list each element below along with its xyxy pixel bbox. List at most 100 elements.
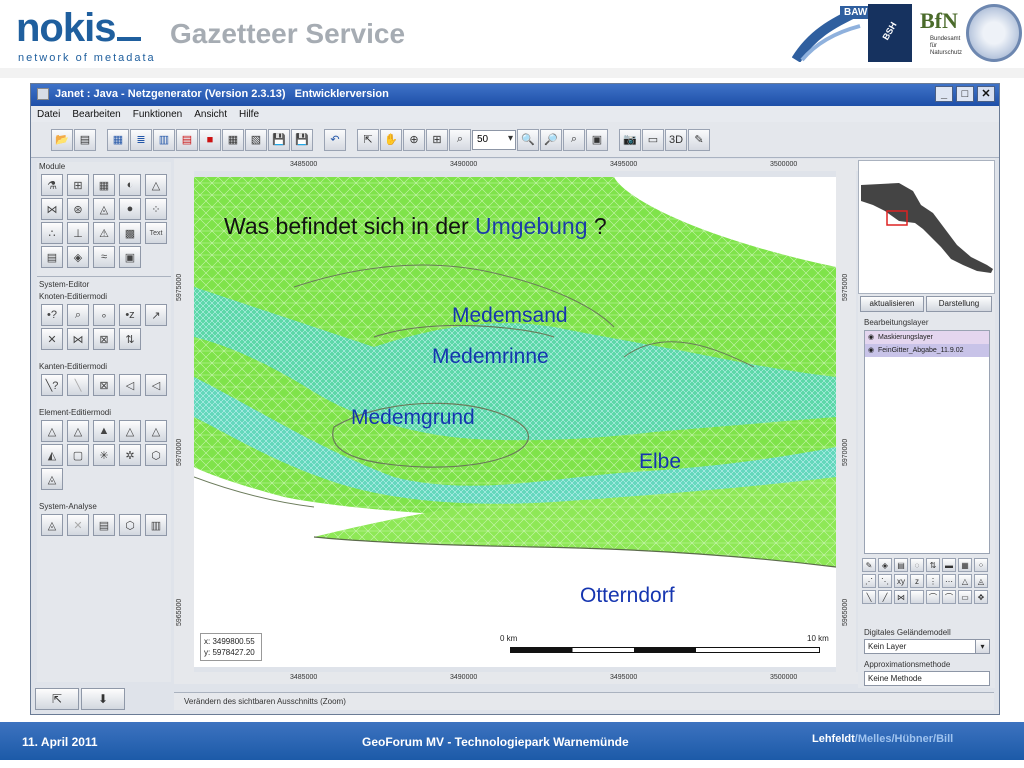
edge-flip-icon[interactable]: ◁	[119, 374, 141, 396]
module-filter-icon[interactable]: ⚗	[41, 174, 63, 196]
open-folder-icon[interactable]: 📂	[51, 128, 73, 151]
point-tool-icon[interactable]: ⋰	[862, 574, 876, 588]
element-quad-icon[interactable]: ▢	[67, 444, 89, 466]
module-map-icon[interactable]: ◈	[67, 246, 89, 268]
element-refine-icon[interactable]: △	[67, 420, 89, 442]
overview-map[interactable]	[858, 160, 995, 294]
disk-export-icon[interactable]: 💾	[291, 128, 313, 151]
element-query-icon[interactable]: ◬	[41, 468, 63, 490]
point-tool4-icon[interactable]: ⋯	[942, 574, 956, 588]
analyse-quality-icon[interactable]: ⬡	[119, 514, 141, 536]
zoom-fit-icon[interactable]: ⊕	[403, 128, 425, 151]
minimize-button[interactable]: _	[935, 86, 953, 102]
module-nodes-icon[interactable]: ⊞	[67, 174, 89, 196]
analyse-mesh-icon[interactable]: ◬	[41, 514, 63, 536]
layer-tool-3-icon[interactable]: ▥	[153, 128, 175, 151]
move-tool-icon[interactable]: ✥	[974, 590, 988, 604]
layer-dots-icon[interactable]: ⁘	[974, 558, 988, 572]
analyse-stats-icon[interactable]: ▥	[145, 514, 167, 536]
layer-updown-icon[interactable]: ⇅	[926, 558, 940, 572]
refresh-view-icon[interactable]: ▣	[586, 128, 608, 151]
line-tool-icon[interactable]: ╲	[862, 590, 876, 604]
curve-tool-icon[interactable]: ⌒	[926, 590, 940, 604]
element-cross-icon[interactable]: ✲	[119, 444, 141, 466]
module-chart-icon[interactable]: ▤	[41, 246, 63, 268]
module-graph-icon[interactable]: ⋈	[41, 198, 63, 220]
layer-tool-2-icon[interactable]: ≣	[130, 128, 152, 151]
triangle-tool-icon[interactable]: △	[958, 574, 972, 588]
module-text-button[interactable]: Text	[145, 222, 167, 244]
module-terrain-icon[interactable]: ◐	[119, 174, 141, 196]
layer-tool-4-icon[interactable]: ▤	[176, 128, 198, 151]
point-tool3-icon[interactable]: ⋮	[926, 574, 940, 588]
3d-view-icon[interactable]: 3D	[665, 128, 687, 151]
eye-icon[interactable]: ◉	[868, 344, 878, 357]
picture-icon[interactable]: ▭	[642, 128, 664, 151]
triangle-tool2-icon[interactable]: ◬	[974, 574, 988, 588]
layer-row[interactable]: ◉ FeinGitter_Abgabe_11.9.02	[865, 344, 989, 357]
layer-grid-icon[interactable]: ▦	[958, 558, 972, 572]
layer-tool-5-icon[interactable]: ■	[199, 128, 221, 151]
zoom-level-select[interactable]: 50	[472, 129, 516, 150]
zoom-in-icon[interactable]: 🔍	[517, 128, 539, 151]
window-titlebar[interactable]: Janet : Java - Netzgenerator (Version 2.…	[31, 84, 999, 106]
node-merge-icon[interactable]: ⋈	[67, 328, 89, 350]
edge-box-icon[interactable]: ⊠	[93, 374, 115, 396]
menu-funktionen[interactable]: Funktionen	[133, 109, 182, 120]
display-button[interactable]: Darstellung	[926, 296, 992, 312]
eye-icon[interactable]: ◉	[868, 331, 878, 344]
module-raster-icon[interactable]: ▩	[119, 222, 141, 244]
maximize-button[interactable]: □	[956, 86, 974, 102]
layer-save-icon[interactable]: ▬	[942, 558, 956, 572]
module-mesh-icon[interactable]: ◬	[93, 198, 115, 220]
z-tool-icon[interactable]: z	[910, 574, 924, 588]
module-grid-icon[interactable]: ▦	[93, 174, 115, 196]
layer-props-icon[interactable]: ▤	[894, 558, 908, 572]
menu-ansicht[interactable]: Ansicht	[194, 109, 227, 120]
refresh-button[interactable]: aktualisieren	[860, 296, 924, 312]
element-poly-icon[interactable]: ⬡	[145, 444, 167, 466]
module-globe-icon[interactable]: ⊛	[67, 198, 89, 220]
save-file-icon[interactable]: ▤	[74, 128, 96, 151]
layer-row[interactable]: ◉ Maskierungslayer	[865, 331, 989, 344]
zoom-window-icon[interactable]: ⌕	[449, 128, 471, 151]
analyse-cross-icon[interactable]: ✕	[67, 514, 89, 536]
select-arrow-icon[interactable]: ⇱	[357, 128, 379, 151]
module-calc-icon[interactable]: ▣	[119, 246, 141, 268]
layer-tool-1-icon[interactable]: ▦	[107, 128, 129, 151]
module-flow-icon[interactable]: ≈	[93, 246, 115, 268]
element-red-icon[interactable]: △	[145, 420, 167, 442]
layer-add-icon[interactable]: ◈	[878, 558, 892, 572]
camera-icon[interactable]: 📷	[619, 128, 641, 151]
zoom-extent-icon[interactable]: ⊞	[426, 128, 448, 151]
element-add-icon[interactable]: △	[41, 420, 63, 442]
box-tool-icon[interactable]: ▭	[958, 590, 972, 604]
layer-disabled-icon[interactable]: ◌	[910, 558, 924, 572]
element-outline-icon[interactable]: △	[119, 420, 141, 442]
approx-field[interactable]: Keine Methode	[864, 671, 990, 686]
point-tool2-icon[interactable]: ⋱	[878, 574, 892, 588]
module-profile-icon[interactable]: ⊥	[67, 222, 89, 244]
module-warning-icon[interactable]: ⚠	[93, 222, 115, 244]
node-swap-icon[interactable]: ⇅	[119, 328, 141, 350]
menu-datei[interactable]: Datei	[37, 109, 60, 120]
layer-tool-7-icon[interactable]: ▧	[245, 128, 267, 151]
disk-save-icon[interactable]: 💾	[268, 128, 290, 151]
element-color-icon[interactable]: ▲	[93, 420, 115, 442]
map-canvas[interactable]: Was befindet sich in der Umgebung ? Mede…	[194, 177, 836, 667]
analyse-report-icon[interactable]: ▤	[93, 514, 115, 536]
node-box-icon[interactable]: ⊠	[93, 328, 115, 350]
module-triangle-icon[interactable]: △	[145, 174, 167, 196]
node-find-icon[interactable]: ⌕	[67, 304, 89, 326]
element-star-icon[interactable]: ✳	[93, 444, 115, 466]
node-add-icon[interactable]: •?	[41, 304, 63, 326]
close-button[interactable]: ✕	[977, 86, 995, 102]
chevron-down-icon[interactable]: ▾	[975, 640, 989, 653]
module-points-icon[interactable]: ⁘	[145, 198, 167, 220]
pencil-icon[interactable]: ✎	[862, 558, 876, 572]
node-select-icon[interactable]: ∘	[93, 304, 115, 326]
node-move-icon[interactable]: ↗	[145, 304, 167, 326]
mesh-tool-icon[interactable]: ✎	[688, 128, 710, 151]
curve-tool2-icon[interactable]: ⌒	[942, 590, 956, 604]
layer-tool-6-icon[interactable]: ▦	[222, 128, 244, 151]
